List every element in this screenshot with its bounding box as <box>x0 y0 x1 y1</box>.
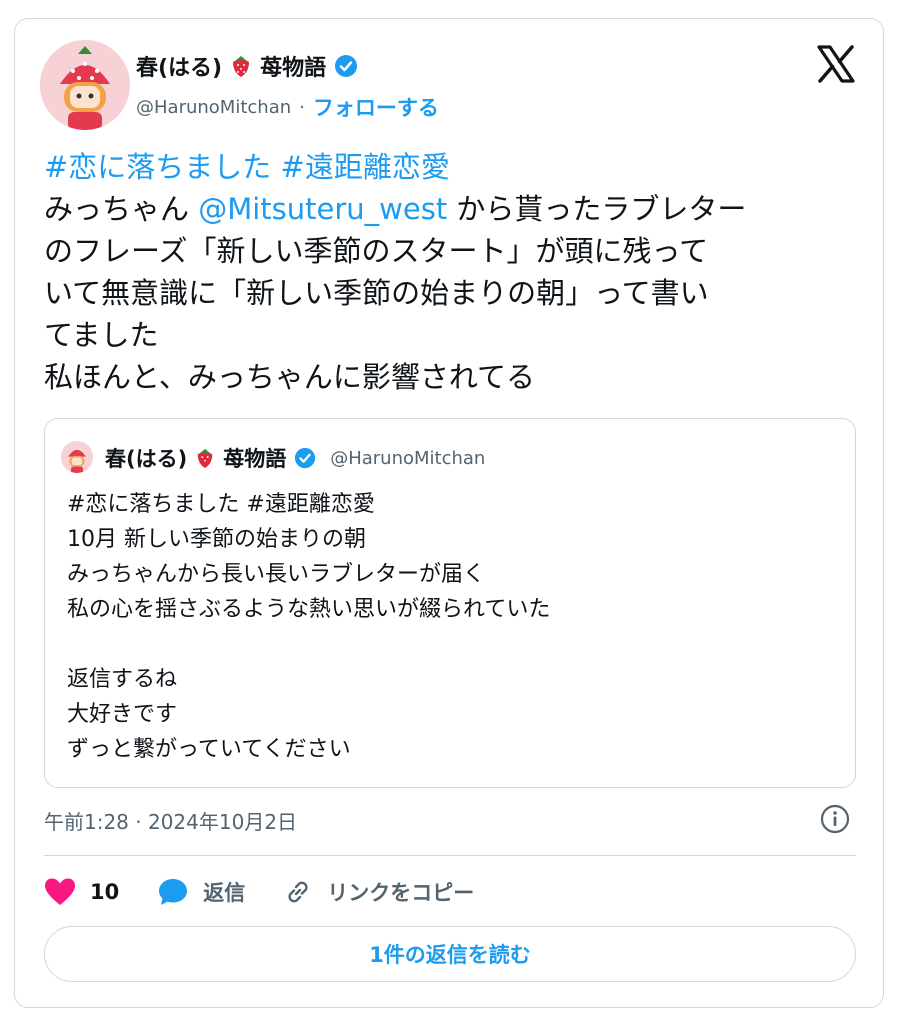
info-icon[interactable] <box>820 804 850 834</box>
avatar-illustration <box>61 441 93 473</box>
tweet-text-segment: みっちゃん <box>44 192 199 226</box>
strawberry-icon <box>233 56 250 77</box>
author-handle-row: @HarunoMitchan · フォローする <box>136 92 439 122</box>
verified-badge-icon <box>335 55 358 77</box>
verified-badge-icon <box>295 447 316 469</box>
read-replies-button[interactable]: 1件の返信を読む <box>44 926 856 982</box>
quoted-line: ずっと繋がっていてください <box>67 737 351 762</box>
heart-icon <box>45 878 75 905</box>
reply-bubble-icon <box>159 879 188 905</box>
copy-link-label: リンクをコピー <box>327 881 475 905</box>
quoted-author-display-name: 春(はる) <box>105 447 188 471</box>
quoted-line <box>67 627 550 662</box>
hashtag-link[interactable]: #恋に落ちました <box>44 150 271 184</box>
copy-link-button[interactable]: リンクをコピー <box>283 877 474 907</box>
strawberry-icon <box>197 448 213 468</box>
tweet-line: 私ほんと、みっちゃんに影響されてる <box>44 360 535 394</box>
tweet-text-segment: から貰ったラブレター <box>447 192 747 226</box>
author-display-name-suffix[interactable]: 苺物語 <box>260 50 326 82</box>
reply-button[interactable]: 返信 <box>157 877 245 907</box>
x-logo-icon[interactable] <box>816 44 856 84</box>
like-count: 10 <box>90 880 120 904</box>
quoted-author-display-name-suffix: 苺物語 <box>223 447 287 471</box>
tweet-text: #恋に落ちました #遠距離恋愛 みっちゃん @Mitsuteru_west から… <box>44 146 864 398</box>
quoted-line: 10月 新しい季節の始まりの朝 <box>67 527 366 552</box>
quoted-line: みっちゃんから長い長いラブレターが届く <box>67 562 486 587</box>
quoted-tweet-text: #恋に落ちました #遠距離恋愛 10月 新しい季節の始まりの朝 みっちゃんから長… <box>67 487 550 767</box>
tweet-line: てました <box>44 318 159 352</box>
author-display-name[interactable]: 春(はる) <box>136 50 222 82</box>
quoted-line: #恋に落ちました #遠距離恋愛 <box>67 492 375 517</box>
link-icon <box>288 881 308 903</box>
tweet-line: のフレーズ「新しい季節のスタート」が頭に残って <box>44 234 709 268</box>
follow-button[interactable]: フォローする <box>313 92 439 122</box>
quoted-author-row: 春(はる) 苺物語 @HarunoMitchan <box>105 443 485 473</box>
quoted-line: 大好きです <box>67 702 178 727</box>
author-avatar[interactable] <box>40 40 130 130</box>
divider <box>44 855 856 856</box>
hashtag-link[interactable]: #遠距離恋愛 <box>281 150 450 184</box>
tweet-timestamp[interactable]: 午前1:28 · 2024年10月2日 <box>44 806 297 835</box>
quoted-tweet[interactable]: 春(はる) 苺物語 @HarunoMitchan #恋に落ちました #遠距離恋愛… <box>44 418 856 788</box>
hashtag-line: #恋に落ちました #遠距離恋愛 <box>44 146 864 188</box>
tweet-line: いて無意識に「新しい季節の始まりの朝」って書い <box>44 276 709 310</box>
quoted-author-avatar <box>61 441 93 473</box>
author-handle[interactable]: @HarunoMitchan <box>136 97 291 118</box>
author-name-row: 春(はる) 苺物語 <box>136 50 358 82</box>
mention-link[interactable]: @Mitsuteru_west <box>198 192 447 226</box>
like-button[interactable]: 10 <box>44 877 119 907</box>
action-bar: 10 返信 リンクをコピー <box>44 872 512 912</box>
avatar-illustration <box>40 40 130 130</box>
separator-dot: · <box>299 96 305 118</box>
quoted-author-handle: @HarunoMitchan <box>330 447 486 469</box>
tweet-line: みっちゃん @Mitsuteru_west から貰ったラブレター <box>44 188 864 230</box>
quoted-line: 返信するね <box>67 667 178 692</box>
reply-label: 返信 <box>203 881 246 905</box>
quoted-line: 私の心を揺さぶるような熱い思いが綴られていた <box>67 597 551 622</box>
